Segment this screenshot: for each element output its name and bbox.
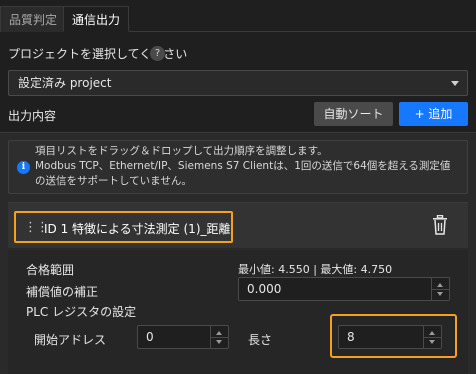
- decrement-icon[interactable]: [429, 340, 435, 344]
- pass-range-value: 最小値: 4.550 | 最大値: 4.750: [238, 263, 393, 276]
- chevron-down-icon: [451, 81, 459, 86]
- project-select[interactable]: 設定済み project: [8, 70, 468, 96]
- output-item-header[interactable]: ⋮⋮ ID 1 特徴による寸法測定 (1)_距離: [8, 202, 468, 248]
- length-stepper[interactable]: [423, 326, 441, 348]
- stepper-divider: [424, 337, 441, 338]
- pass-range-label: 合格範囲: [26, 263, 75, 277]
- increment-icon[interactable]: [429, 331, 435, 335]
- info-line-1: 項目リストをドラッグ＆ドロップして出力順序を調整します。: [35, 145, 328, 157]
- output-content-label: 出力内容: [8, 109, 57, 123]
- decrement-icon[interactable]: [437, 292, 443, 296]
- item-title: ID 1 特徴による寸法測定 (1)_距離: [44, 222, 231, 236]
- length-input[interactable]: 8: [338, 325, 442, 349]
- compensation-label: 補償値の補正: [26, 285, 99, 299]
- plc-register-label: PLC レジスタの設定: [26, 305, 137, 319]
- question-circle-icon[interactable]: ?: [150, 46, 165, 61]
- stepper-divider: [432, 289, 449, 290]
- length-value: 8: [347, 330, 355, 344]
- trash-icon[interactable]: [431, 215, 449, 235]
- auto-sort-button[interactable]: 自動ソート: [314, 102, 393, 126]
- project-select-value: 設定済み project: [18, 76, 112, 90]
- tab-bar: 品質判定 通信出力: [0, 0, 476, 32]
- decrement-icon[interactable]: [216, 340, 222, 344]
- start-address-value: 0: [146, 330, 154, 344]
- increment-icon[interactable]: [216, 331, 222, 335]
- increment-icon[interactable]: [437, 283, 443, 287]
- compensation-input[interactable]: 0.000: [238, 277, 450, 301]
- tab-communication-output[interactable]: 通信出力: [63, 6, 130, 32]
- info-line-2: Modbus TCP、Ethernet/IP、Siemens S7 Client…: [35, 160, 451, 172]
- item-title-highlight: ⋮⋮ ID 1 特徴による寸法測定 (1)_距離: [14, 211, 233, 243]
- add-button[interactable]: + 追加: [399, 102, 468, 126]
- info-circle-icon: i: [17, 161, 30, 174]
- stepper-divider: [211, 337, 228, 338]
- tab-quality[interactable]: 品質判定: [0, 6, 67, 32]
- start-address-input[interactable]: 0: [137, 325, 229, 349]
- compensation-value: 0.000: [247, 282, 282, 296]
- start-address-label: 開始アドレス: [34, 333, 107, 347]
- info-text: 項目リストをドラッグ＆ドロップして出力順序を調整します。 Modbus TCP、…: [35, 144, 465, 189]
- compensation-stepper[interactable]: [431, 278, 449, 300]
- length-label: 長さ: [248, 333, 273, 347]
- info-line-3: の送信をサポートしていません。: [35, 175, 192, 187]
- start-address-stepper[interactable]: [210, 326, 228, 348]
- info-message: i 項目リストをドラッグ＆ドロップして出力順序を調整します。 Modbus TC…: [8, 140, 468, 194]
